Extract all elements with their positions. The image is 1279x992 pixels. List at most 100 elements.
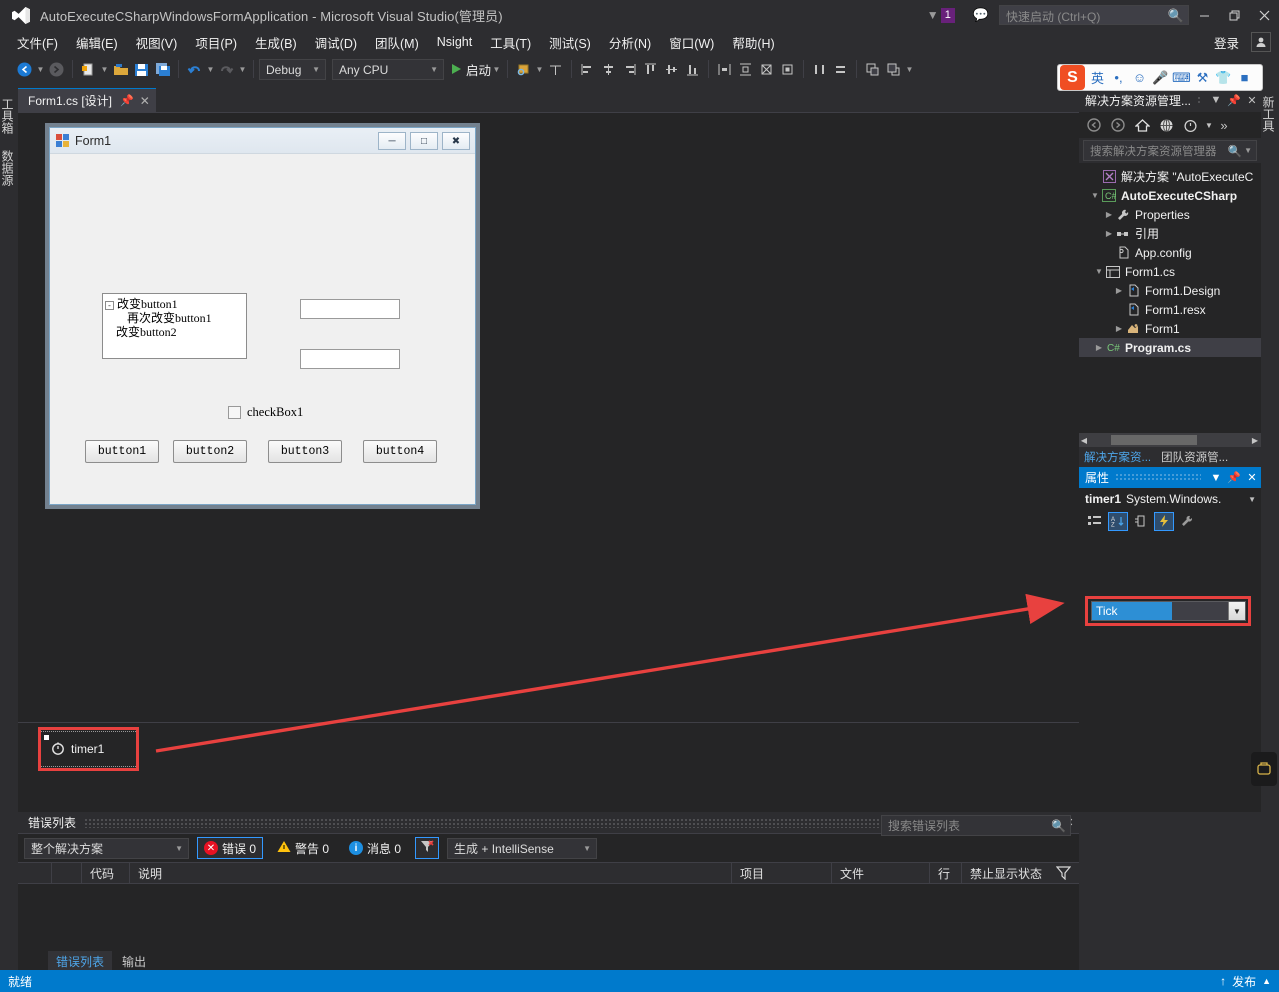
send-to-back-icon[interactable]: [883, 58, 904, 80]
bring-to-front-icon[interactable]: [862, 58, 883, 80]
column-suppression-state[interactable]: 禁止显示状态: [962, 862, 1054, 884]
solution-platform-combo[interactable]: Any CPU ▼: [332, 58, 444, 80]
menu-item-nsight[interactable]: Nsight: [428, 32, 481, 52]
categorized-icon[interactable]: [1085, 512, 1105, 531]
back-icon[interactable]: [1083, 114, 1105, 136]
tree-item-program-cs[interactable]: ▶ C# Program.cs: [1079, 338, 1261, 357]
clear-filter-button[interactable]: [415, 837, 440, 859]
start-dropdown-icon[interactable]: ▼: [491, 58, 502, 80]
column-sort-indicator[interactable]: [52, 862, 82, 884]
tree-node-2[interactable]: 改变button2: [105, 325, 244, 339]
menu-item-help[interactable]: 帮助(H): [723, 30, 783, 55]
ime-emoji-icon[interactable]: ☺: [1129, 65, 1150, 90]
collapse-icon[interactable]: -: [105, 300, 114, 310]
scroll-left-icon[interactable]: ◀: [1079, 436, 1089, 445]
close-icon[interactable]: ✕: [1243, 467, 1261, 489]
tree-item-project[interactable]: ▼ C# AutoExecuteCSharp: [1079, 186, 1261, 205]
pin-icon[interactable]: 📌: [1225, 467, 1243, 489]
treeview-control[interactable]: - 改变button1 再次改变button1 改变button2: [102, 293, 247, 359]
ime-voice-icon[interactable]: 🎤: [1150, 65, 1171, 90]
redo-icon[interactable]: [216, 58, 237, 80]
tab-form1-designer[interactable]: Form1.cs [设计] 📌 ✕: [18, 88, 156, 112]
publish-label[interactable]: 发布: [1232, 973, 1256, 990]
tab-error-list[interactable]: 错误列表: [48, 950, 113, 972]
form-button-4[interactable]: button4: [363, 440, 437, 463]
menu-item-team[interactable]: 团队(M): [366, 30, 428, 55]
properties-icon[interactable]: [1131, 512, 1151, 531]
tree-item-properties[interactable]: ▶ Properties: [1079, 205, 1261, 224]
form-client-area[interactable]: - 改变button1 再次改变button1 改变button2 checkB…: [50, 154, 475, 504]
tab-solution-explorer[interactable]: 解决方案资...: [1079, 447, 1156, 467]
sogou-logo-icon[interactable]: S: [1060, 65, 1085, 90]
vertical-spacing-icon[interactable]: [830, 58, 851, 80]
tab-output[interactable]: 输出: [114, 951, 154, 972]
notification-indicator[interactable]: ▼ 1: [927, 7, 955, 23]
tree-item-form1-cs[interactable]: ▼ Form1.cs: [1079, 262, 1261, 281]
quick-launch-input[interactable]: 快速启动 (Ctrl+Q) 🔍: [999, 5, 1189, 25]
sync-icon[interactable]: [1155, 114, 1177, 136]
ime-skin-icon[interactable]: 👕: [1213, 65, 1234, 90]
pin-icon[interactable]: 📌: [120, 94, 134, 107]
tree-item-references[interactable]: ▶ 引用: [1079, 224, 1261, 243]
account-icon[interactable]: [1251, 32, 1271, 52]
menu-item-edit[interactable]: 编辑(E): [67, 30, 127, 55]
error-scope-combo[interactable]: 整个解决方案 ▼: [24, 837, 189, 859]
windows-form-preview[interactable]: Form1 ─ □ ✖ - 改变button1 再次改变button1 改变bu…: [49, 127, 476, 505]
tree-node-0[interactable]: - 改变button1: [105, 297, 244, 311]
ime-language-icon[interactable]: 英: [1087, 65, 1108, 90]
navigate-back-dropdown[interactable]: ▼: [35, 58, 46, 80]
expander[interactable]: ▶: [1103, 210, 1115, 219]
horizontal-spacing-icon[interactable]: [809, 58, 830, 80]
sidebar-item-new-tool[interactable]: 新工具: [1261, 92, 1279, 136]
tree-item-form1[interactable]: ▶ Form1: [1079, 319, 1261, 338]
restore-button[interactable]: [1219, 0, 1249, 30]
expander[interactable]: ▶: [1113, 324, 1125, 333]
chevron-down-icon[interactable]: ▼: [1203, 114, 1215, 136]
column-description[interactable]: 说明: [130, 862, 732, 884]
form-maximize-icon[interactable]: □: [410, 132, 438, 150]
sogou-ime-toolbar[interactable]: S 英 •, ☺ 🎤 ⌨ ⚒ 👕 ■: [1057, 64, 1263, 91]
checkbox-box[interactable]: [228, 406, 241, 419]
component-tray[interactable]: timer1: [18, 722, 1079, 812]
ime-toolbox-icon[interactable]: ⚒: [1192, 65, 1213, 90]
tree-item-appconfig[interactable]: App.config: [1079, 243, 1261, 262]
undo-dropdown[interactable]: ▼: [205, 58, 216, 80]
column-blank-1[interactable]: [18, 862, 52, 884]
solution-explorer-hscrollbar[interactable]: ◀ ▶: [1079, 433, 1261, 447]
tree-item-form1-resx[interactable]: Form1.resx: [1079, 300, 1261, 319]
ime-keyboard-icon[interactable]: ⌨: [1171, 65, 1192, 90]
close-icon[interactable]: ✕: [1243, 89, 1261, 111]
filter-warnings-button[interactable]: 警告 0: [271, 837, 335, 859]
alphabetical-icon[interactable]: AZ: [1108, 511, 1128, 531]
filter-messages-button[interactable]: i 消息 0: [343, 837, 407, 859]
expander[interactable]: ▶: [1113, 286, 1125, 295]
tree-item-form1-designer[interactable]: ▶ Form1.Design: [1079, 281, 1261, 300]
undo-icon[interactable]: [184, 58, 205, 80]
align-middles-icon[interactable]: [661, 58, 682, 80]
make-same-size-icon[interactable]: [756, 58, 777, 80]
select-tool-dropdown[interactable]: ▼: [534, 58, 545, 80]
menu-item-project[interactable]: 项目(P): [186, 30, 246, 55]
solution-explorer-tree[interactable]: 解决方案 "AutoExecuteC ▼ C# AutoExecuteCShar…: [1079, 163, 1261, 433]
make-same-height-icon[interactable]: [735, 58, 756, 80]
chevron-down-icon[interactable]: ▼: [1228, 602, 1245, 620]
feedback-icon[interactable]: 💬: [973, 7, 989, 23]
chevron-up-icon[interactable]: ▲: [1262, 976, 1271, 986]
size-to-grid-icon[interactable]: [777, 58, 798, 80]
save-icon[interactable]: [131, 58, 152, 80]
menu-item-tools[interactable]: 工具(T): [481, 30, 540, 55]
open-folder-icon[interactable]: [110, 58, 131, 80]
close-button[interactable]: [1249, 0, 1279, 30]
navigate-back-icon[interactable]: [14, 58, 35, 80]
ime-more-icon[interactable]: ■: [1234, 65, 1255, 90]
sidebar-item-toolbox[interactable]: 工具箱: [0, 92, 18, 140]
build-intellisense-combo[interactable]: 生成 + IntelliSense ▼: [447, 837, 598, 859]
menu-item-debug[interactable]: 调试(D): [306, 30, 366, 55]
sidebar-item-datasources[interactable]: 数据源: [0, 144, 18, 192]
events-icon[interactable]: [1154, 511, 1174, 531]
align-rights-icon[interactable]: [619, 58, 640, 80]
menu-item-file[interactable]: 文件(F): [8, 30, 67, 55]
error-list-panel[interactable]: 错误列表 ▼ 📌 ✕ 整个解决方案 ▼ ✕ 错误 0 警告 0 i: [18, 812, 1079, 972]
new-item-icon[interactable]: [78, 58, 99, 80]
navigate-forward-icon[interactable]: [46, 58, 67, 80]
